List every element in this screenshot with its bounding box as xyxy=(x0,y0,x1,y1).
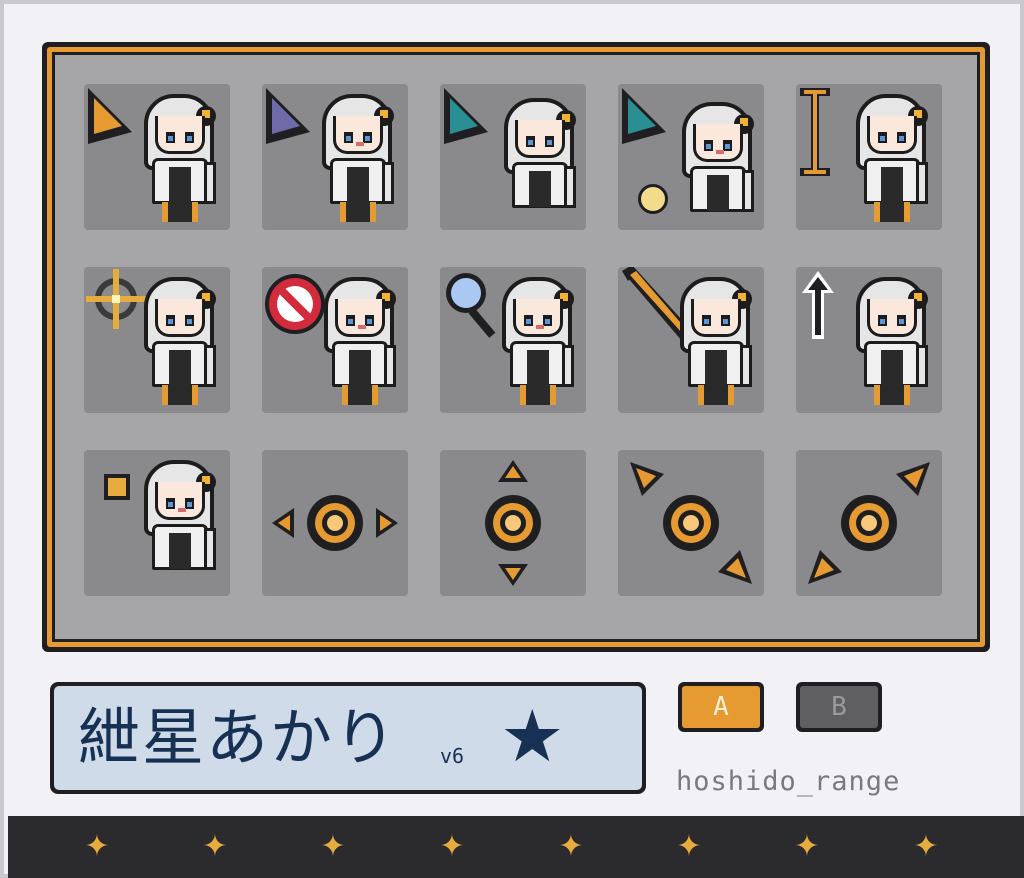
character-sprite xyxy=(676,100,760,232)
character-sprite xyxy=(138,275,222,407)
cursor-cell-busy[interactable] xyxy=(618,84,764,230)
cursor-cell-unavailable[interactable] xyxy=(262,267,408,413)
character-sprite xyxy=(496,275,580,407)
cursor-cell-normal-select[interactable] xyxy=(84,84,230,230)
character-sprite xyxy=(850,275,934,407)
cursor-cell-precision-select[interactable] xyxy=(84,267,230,413)
cursor-cell-diagonal-resize-1[interactable] xyxy=(618,450,764,596)
up-arrow-icon xyxy=(802,271,834,339)
diagonal-resize-ne-sw-icon xyxy=(808,462,930,584)
character-sprite xyxy=(674,275,758,407)
sparkle-icon: ✦ xyxy=(84,829,110,864)
author-credit: hoshido_range xyxy=(676,766,901,797)
version-label: v6 xyxy=(440,744,465,768)
arrow-purple-icon xyxy=(266,88,310,144)
dot-icon xyxy=(104,474,130,500)
sparkle-icon: ✦ xyxy=(202,829,228,864)
diagonal-resize-nw-se-icon xyxy=(630,462,752,584)
cursor-cell-alternate-select[interactable] xyxy=(796,267,942,413)
character-sprite xyxy=(138,92,222,224)
arrow-teal-icon xyxy=(444,88,488,144)
variant-a-label: A xyxy=(682,686,760,728)
magnifier-icon xyxy=(446,273,496,338)
character-name: 紲星あかり xyxy=(78,701,399,774)
cursor-frame xyxy=(42,42,990,652)
vertical-resize-icon xyxy=(485,460,541,586)
cursor-cell-text-select[interactable] xyxy=(796,84,942,230)
sparkle-icon: ✦ xyxy=(439,829,465,864)
cursor-set-sheet: 紲星あかり v6 ★ A B hoshido_range ✦ ✦ ✦ ✦ ✦ ✦… xyxy=(0,0,1024,878)
cursor-cell-working-in-background[interactable] xyxy=(440,84,586,230)
sparkle-icon: ✦ xyxy=(676,829,702,864)
loading-orb-icon xyxy=(638,184,668,214)
variant-b-label: B xyxy=(800,686,878,728)
sparkle-icon: ✦ xyxy=(794,829,820,864)
i-beam-icon xyxy=(800,88,830,176)
character-sprite xyxy=(138,458,222,590)
variant-b-button[interactable]: B xyxy=(796,682,882,732)
arrow-teal-loading-icon xyxy=(622,88,666,144)
cursor-cell-help-select[interactable] xyxy=(262,84,408,230)
name-panel: 紲星あかり v6 ★ xyxy=(50,682,646,794)
star-emblem-icon: ★ xyxy=(500,694,565,778)
character-sprite xyxy=(850,92,934,224)
cursor-grid xyxy=(55,55,977,639)
arrow-orange-icon xyxy=(88,88,132,144)
cursor-cell-vertical-resize[interactable] xyxy=(440,450,586,596)
variant-a-button[interactable]: A xyxy=(678,682,764,732)
cursor-cell-location-select[interactable] xyxy=(440,267,586,413)
cursor-cell-link-select[interactable] xyxy=(84,450,230,596)
cursor-cell-diagonal-resize-2[interactable] xyxy=(796,450,942,596)
horizontal-resize-icon xyxy=(272,495,398,551)
cursor-cell-horizontal-resize[interactable] xyxy=(262,450,408,596)
sparkle-icon: ✦ xyxy=(320,829,346,864)
cursor-cell-handwriting[interactable] xyxy=(618,267,764,413)
sparkle-icon: ✦ xyxy=(558,829,584,864)
character-sprite xyxy=(498,96,582,228)
character-sprite xyxy=(318,275,402,407)
footer-bar: ✦ ✦ ✦ ✦ ✦ ✦ ✦ ✦ xyxy=(8,816,1024,878)
character-sprite xyxy=(316,92,400,224)
sparkle-icon: ✦ xyxy=(913,829,939,864)
